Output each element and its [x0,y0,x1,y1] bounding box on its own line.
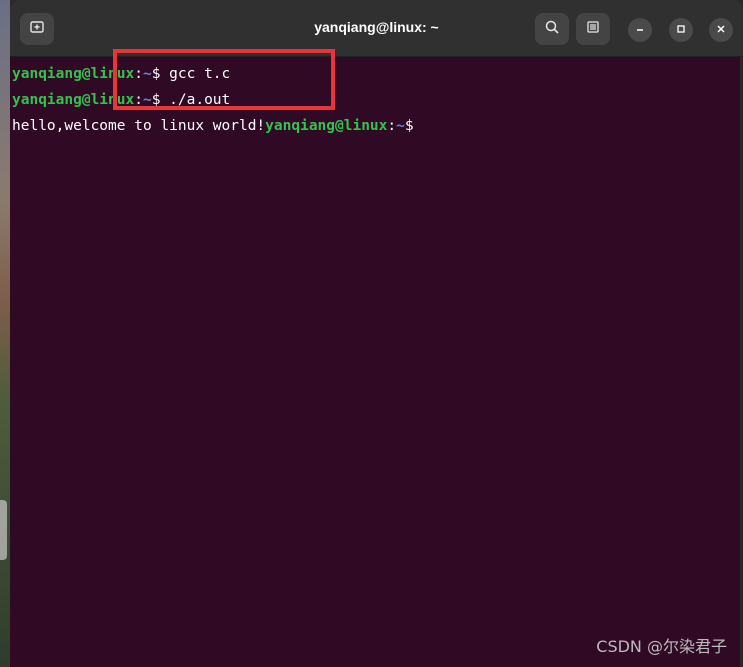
dock-handle[interactable] [0,500,7,560]
prompt-symbol: $ [151,66,170,82]
terminal-line: yanqiang@linux:~$ gcc t.c [12,61,741,87]
prompt-colon: : [134,92,143,108]
maximize-icon [676,21,686,39]
maximize-button[interactable] [669,18,693,42]
terminal-window: yanqiang@linux: ~ yanqiang@linux:~$ gcc … [10,0,743,667]
terminal-output[interactable]: yanqiang@linux:~$ gcc t.c yanqiang@linux… [10,57,743,667]
close-icon [716,21,726,39]
search-button[interactable] [535,13,569,45]
minimize-button[interactable] [628,18,652,42]
watermark: CSDN @尔染君子 [596,637,727,656]
prompt-colon: : [387,118,397,134]
search-icon [544,19,560,40]
terminal-line: yanqiang@linux:~$ ./a.out [12,87,741,113]
header-bar: yanqiang@linux: ~ [10,0,743,57]
desktop-background [0,0,10,667]
prompt-symbol: $ [404,118,414,134]
command-text: gcc t.c [169,66,231,82]
minimize-icon [635,21,645,39]
program-output: hello,welcome to linux world! [12,118,266,134]
menu-button[interactable] [576,13,610,45]
prompt-user: yanqiang@linux [265,118,388,134]
prompt-path: ~ [142,92,152,108]
hamburger-menu-icon [586,20,600,39]
prompt-path: ~ [396,118,405,134]
terminal-line: hello,welcome to linux world!yanqiang@li… [12,113,741,139]
prompt-path: ~ [142,66,152,82]
prompt-user: yanqiang@linux [12,66,135,82]
prompt-symbol: $ [151,92,170,108]
prompt-user: yanqiang@linux [12,92,135,108]
command-text: ./a.out [169,92,231,108]
prompt-colon: : [134,66,143,82]
close-button[interactable] [709,18,733,42]
